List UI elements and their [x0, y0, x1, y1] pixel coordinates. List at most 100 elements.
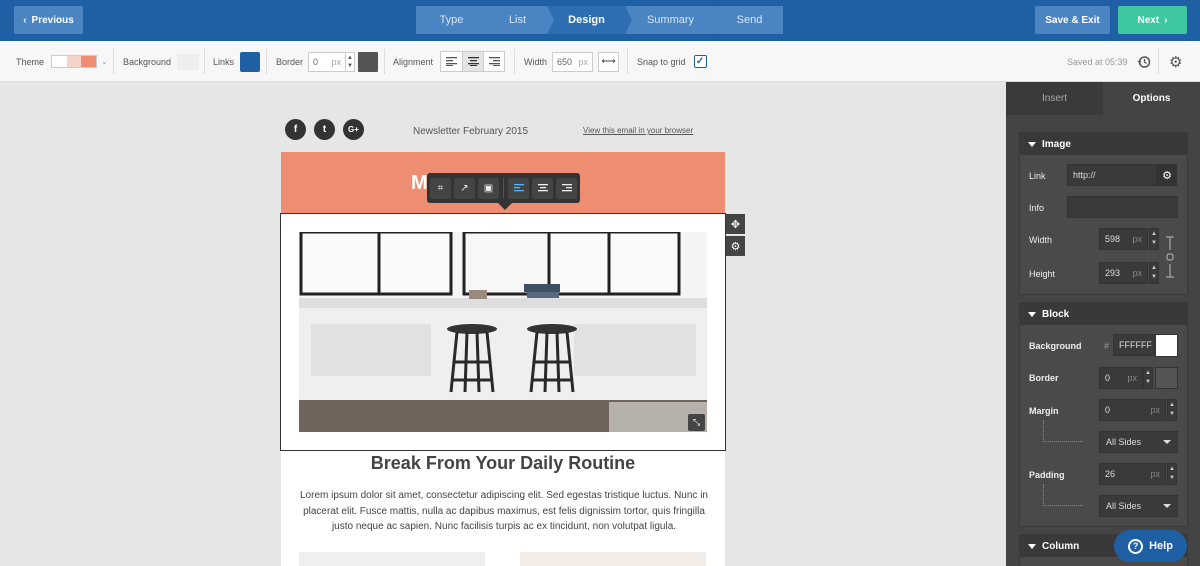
padding-stepper[interactable]: ▲ ▼	[1167, 463, 1177, 485]
block-background-input[interactable]: FFFFFF	[1113, 334, 1155, 356]
align-center-icon	[467, 57, 479, 66]
newsletter-date: Newsletter February 2015	[413, 126, 529, 137]
gear-icon: ⚙	[1162, 169, 1172, 182]
alignment-control: Alignment	[393, 41, 506, 82]
help-button[interactable]: ? Help	[1114, 530, 1187, 562]
image-section-header[interactable]: Image	[1020, 133, 1187, 155]
image-width-input[interactable]: 598 px	[1099, 228, 1148, 250]
alignment-buttons	[440, 51, 506, 72]
image-height-input[interactable]: 293 px	[1099, 262, 1148, 284]
replace-image-button[interactable]: ▣	[478, 177, 499, 199]
edit-image-button[interactable]: ↗	[454, 177, 475, 199]
align-right-icon	[561, 184, 572, 192]
block-border-stepper[interactable]: ▲ ▼	[1143, 367, 1153, 389]
image-info-input[interactable]	[1067, 196, 1178, 218]
column-image-left[interactable]	[299, 552, 485, 566]
margin-input[interactable]: 0 px	[1099, 399, 1166, 421]
tab-options[interactable]: Options	[1103, 82, 1200, 115]
image-link-input[interactable]: http://	[1067, 164, 1157, 186]
theme-swatch[interactable]	[51, 55, 98, 68]
view-in-browser-link[interactable]: View this email in your browser	[583, 126, 693, 135]
resize-icon: ⤡	[692, 417, 701, 427]
image-align-center-button[interactable]	[532, 177, 553, 199]
margin-sides-select[interactable]: All Sides	[1099, 431, 1178, 453]
links-control[interactable]: Links	[213, 41, 261, 82]
image-height-stepper[interactable]: ▲ ▼	[1149, 262, 1159, 284]
border-color-swatch[interactable]	[358, 51, 379, 72]
twitter-icon[interactable]: t	[314, 119, 335, 140]
facebook-icon[interactable]: f	[285, 119, 306, 140]
block-border-input[interactable]: 0 px	[1099, 367, 1143, 389]
chevron-left-icon: ‹	[23, 14, 27, 26]
stools-photo	[299, 232, 707, 432]
image-icon: ▣	[483, 182, 494, 194]
block-background-label: Background	[1029, 341, 1082, 351]
border-stepper[interactable]: ▲ ▼	[346, 51, 356, 72]
margin-bracket	[1043, 420, 1083, 442]
background-swatch[interactable]	[177, 53, 200, 70]
snap-to-grid-control[interactable]: Snap to grid ✓	[637, 41, 707, 82]
gear-icon: ⚙	[726, 236, 745, 256]
block-side-tools: ✥ ⚙	[726, 214, 745, 256]
height-label: Height	[1029, 269, 1056, 279]
padding-sides-select[interactable]: All Sides	[1099, 495, 1178, 517]
step-type[interactable]: Type	[416, 6, 494, 34]
caret-down-icon	[1028, 141, 1036, 147]
theme-control[interactable]: Theme ⌄	[16, 41, 108, 82]
settings-button[interactable]: ⚙	[1169, 41, 1182, 82]
next-button[interactable]: Next ›	[1118, 6, 1187, 34]
chevron-down-icon	[1163, 504, 1171, 508]
width-label: Width	[1029, 235, 1053, 245]
align-center-icon	[537, 184, 548, 192]
step-send[interactable]: Send	[715, 6, 783, 34]
full-width-button[interactable]: ⟷	[598, 51, 620, 72]
email-width-input[interactable]: 650 px	[552, 51, 594, 72]
border-width-input[interactable]: 0 px	[308, 51, 347, 72]
align-center-button[interactable]	[462, 52, 484, 71]
width-control: Width 650 px ⟷	[524, 41, 620, 82]
resize-handle[interactable]: ⤡	[688, 414, 705, 431]
link-settings-button[interactable]: ⚙	[1157, 164, 1177, 186]
step-design[interactable]: Design	[547, 6, 632, 34]
block-section-header[interactable]: Block	[1020, 303, 1187, 325]
align-right-button[interactable]	[483, 52, 504, 71]
question-icon: ?	[1128, 538, 1144, 554]
history-icon	[1137, 55, 1151, 68]
block-background-swatch[interactable]	[1155, 334, 1178, 357]
email-body-text[interactable]: Lorem ipsum dolor sit amet, consectetur …	[297, 488, 711, 535]
step-list[interactable]: List	[487, 6, 554, 34]
tab-insert[interactable]: Insert	[1006, 82, 1103, 115]
caret-down-icon	[1028, 543, 1036, 549]
top-navigation-bar: ‹ Previous Type List Design Summary Send…	[0, 0, 1200, 41]
margin-stepper[interactable]: ▲ ▼	[1167, 399, 1177, 421]
link-dimensions-icon[interactable]	[1164, 236, 1176, 278]
step-summary[interactable]: Summary	[625, 6, 722, 34]
padding-input[interactable]: 26 px	[1099, 463, 1166, 485]
image-width-stepper[interactable]: ▲ ▼	[1149, 228, 1159, 250]
crop-button[interactable]: ⌗	[430, 177, 451, 199]
design-toolbar: Theme ⌄ Background Links Border 0 px ▲ ▼ …	[0, 41, 1200, 82]
google-plus-icon[interactable]: G+	[343, 119, 364, 140]
email-image[interactable]	[299, 232, 707, 432]
email-headline[interactable]: Break From Your Daily Routine	[281, 453, 725, 474]
align-left-button[interactable]	[441, 52, 462, 71]
links-color-swatch[interactable]	[240, 51, 261, 72]
align-left-icon	[513, 184, 524, 192]
image-align-left-button[interactable]	[508, 177, 529, 199]
snap-to-grid-checkbox[interactable]: ✓	[693, 55, 707, 68]
floating-toolbar-caret	[498, 203, 512, 210]
chevron-down-icon[interactable]: ⌄	[101, 57, 108, 66]
move-icon: ✥	[726, 214, 745, 234]
move-block-button[interactable]: ✥	[726, 214, 745, 234]
column-image-right[interactable]	[520, 552, 706, 566]
hash-label: #	[1104, 341, 1110, 351]
image-align-right-button[interactable]	[556, 177, 577, 199]
background-control[interactable]: Background	[123, 41, 200, 82]
block-settings-button[interactable]: ⚙	[726, 236, 745, 256]
history-button[interactable]	[1137, 41, 1151, 82]
block-border-color-swatch[interactable]	[1155, 367, 1178, 389]
save-exit-button[interactable]: Save & Exit	[1035, 6, 1110, 34]
saved-status: Saved at 05:39	[1067, 56, 1128, 67]
chevron-right-icon: ›	[1164, 14, 1168, 26]
previous-button[interactable]: ‹ Previous	[14, 6, 83, 34]
